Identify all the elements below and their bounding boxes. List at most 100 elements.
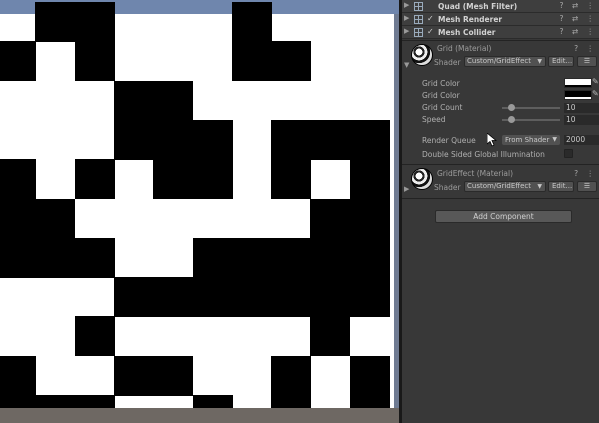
material-header-grid[interactable]: ▼ Grid (Material) ? ⋮ Shader Custom/Grid… xyxy=(402,41,599,71)
grid-cell xyxy=(74,237,115,278)
grid-color-label: Grid Color xyxy=(422,91,460,100)
speed-slider-thumb[interactable] xyxy=(507,116,515,123)
grid-cell xyxy=(153,159,194,200)
render-queue-dropdown[interactable]: From Shader ▼ xyxy=(502,135,560,145)
component-mesh-filter[interactable]: ▶ Quad (Mesh Filter) ? ⇄ ⋮ xyxy=(402,0,599,13)
grid-cell xyxy=(231,237,272,278)
grid-cell xyxy=(349,237,390,278)
grid-cell xyxy=(271,119,312,160)
component-mesh-renderer[interactable]: ▶ ✓ Mesh Renderer ? ⇄ ⋮ xyxy=(402,13,599,26)
grid-cell xyxy=(231,277,272,318)
component-header-buttons[interactable]: ? ⇄ ⋮ xyxy=(559,27,597,36)
component-header-buttons[interactable]: ? ⇄ ⋮ xyxy=(559,14,597,23)
material-name: Grid (Material) xyxy=(437,44,492,53)
grid-count-slider-thumb[interactable] xyxy=(507,104,515,111)
grid-cell xyxy=(113,355,154,396)
shader-dropdown[interactable]: Custom/GridEffect ▼ xyxy=(464,56,546,67)
grid-cell xyxy=(0,355,36,396)
material-preview-icon xyxy=(411,168,433,190)
grid-count-label: Grid Count xyxy=(422,103,463,112)
component-title: Mesh Renderer xyxy=(438,15,503,24)
render-queue-mode: From Shader xyxy=(505,136,550,144)
shader-label: Shader xyxy=(434,58,461,67)
render-queue-label: Render Queue xyxy=(422,136,476,145)
grid-cell xyxy=(153,277,194,318)
component-mesh-collider[interactable]: ▶ ✓ Mesh Collider ? ⇄ ⋮ xyxy=(402,26,599,39)
grid-cell xyxy=(113,80,154,121)
mesh-filter-icon xyxy=(414,2,423,11)
material-header-buttons[interactable]: ? ⋮ xyxy=(574,169,597,178)
enabled-checkbox[interactable]: ✓ xyxy=(427,27,434,36)
scene-ground xyxy=(0,408,399,423)
grid-cell xyxy=(231,41,272,82)
grid-cell xyxy=(271,159,312,200)
dropdown-arrow-icon: ▼ xyxy=(537,183,542,190)
grid-cell xyxy=(0,159,36,200)
grid-cell xyxy=(349,355,390,396)
shader-dropdown[interactable]: Custom/GridEffect ▼ xyxy=(464,181,546,192)
grid-cell xyxy=(0,41,36,82)
material-header-grideffect[interactable]: ▶ GridEffect (Material) ? ⋮ Shader Custo… xyxy=(402,165,599,193)
grid-cell xyxy=(35,237,76,278)
shader-value: Custom/GridEffect xyxy=(467,57,532,65)
shader-value: Custom/GridEffect xyxy=(467,182,532,190)
grid-quad[interactable] xyxy=(0,2,394,423)
speed-label: Speed xyxy=(422,115,446,124)
edit-shader-button[interactable]: Edit... xyxy=(548,181,574,192)
grid-cell xyxy=(153,355,194,396)
render-queue-value[interactable]: 2000 xyxy=(564,135,599,145)
eyedropper-icon[interactable]: ✎ xyxy=(592,89,599,98)
scene-view[interactable] xyxy=(0,0,399,423)
divider xyxy=(402,198,599,199)
grid-cell xyxy=(192,237,233,278)
edit-shader-button[interactable]: Edit... xyxy=(548,56,574,67)
grid-cell xyxy=(192,119,233,160)
grid-color-field-1[interactable] xyxy=(564,78,592,88)
component-title: Quad (Mesh Filter) xyxy=(438,2,518,11)
grid-cell xyxy=(271,41,312,82)
grid-cell xyxy=(349,198,390,239)
grid-cell xyxy=(113,277,154,318)
grid-cell xyxy=(271,277,312,318)
grid-cell xyxy=(74,159,115,200)
eyedropper-icon[interactable]: ✎ xyxy=(592,77,599,86)
grid-cell xyxy=(153,119,194,160)
grid-cell xyxy=(271,237,312,278)
grid-color-label: Grid Color xyxy=(422,79,460,88)
grid-count-value[interactable]: 10 xyxy=(564,103,599,113)
add-component-button[interactable]: Add Component xyxy=(435,210,572,223)
grid-cell xyxy=(310,198,351,239)
grid-cell xyxy=(0,198,36,239)
grid-cell xyxy=(349,277,390,318)
double-sided-gi-checkbox[interactable] xyxy=(564,149,573,158)
grid-cell xyxy=(74,41,115,82)
grid-cell xyxy=(35,198,76,239)
grid-cell xyxy=(74,2,115,42)
component-header-buttons[interactable]: ? ⇄ ⋮ xyxy=(559,1,597,10)
speed-value[interactable]: 10 xyxy=(564,115,599,125)
fold-arrow-icon[interactable]: ▶ xyxy=(404,185,409,193)
fold-arrow-icon[interactable]: ▶ xyxy=(404,14,409,22)
fold-arrow-icon[interactable]: ▶ xyxy=(404,1,409,9)
grid-color-field-2[interactable] xyxy=(564,90,592,100)
inspector-panel: ▶ Quad (Mesh Filter) ? ⇄ ⋮ ▶ ✓ Mesh Rend… xyxy=(402,0,599,423)
material-header-buttons[interactable]: ? ⋮ xyxy=(574,44,597,53)
grid-cell xyxy=(192,159,233,200)
component-title: Mesh Collider xyxy=(438,28,496,37)
shader-list-button[interactable]: ☰ xyxy=(577,181,597,192)
enabled-checkbox[interactable]: ✓ xyxy=(427,14,434,23)
grid-cell xyxy=(310,119,351,160)
grid-cell xyxy=(310,316,351,357)
material-name: GridEffect (Material) xyxy=(437,169,514,178)
shader-list-button[interactable]: ☰ xyxy=(577,56,597,67)
shader-label: Shader xyxy=(434,183,461,192)
dropdown-arrow-icon: ▼ xyxy=(537,58,542,65)
fold-arrow-icon[interactable]: ▶ xyxy=(404,27,409,35)
grid-cell xyxy=(192,277,233,318)
grid-cell xyxy=(349,119,390,160)
dropdown-arrow-icon: ▼ xyxy=(552,136,557,143)
mesh-collider-icon xyxy=(414,28,423,37)
grid-cell xyxy=(231,2,272,42)
fold-arrow-icon[interactable]: ▼ xyxy=(404,61,409,69)
grid-cell xyxy=(349,159,390,200)
